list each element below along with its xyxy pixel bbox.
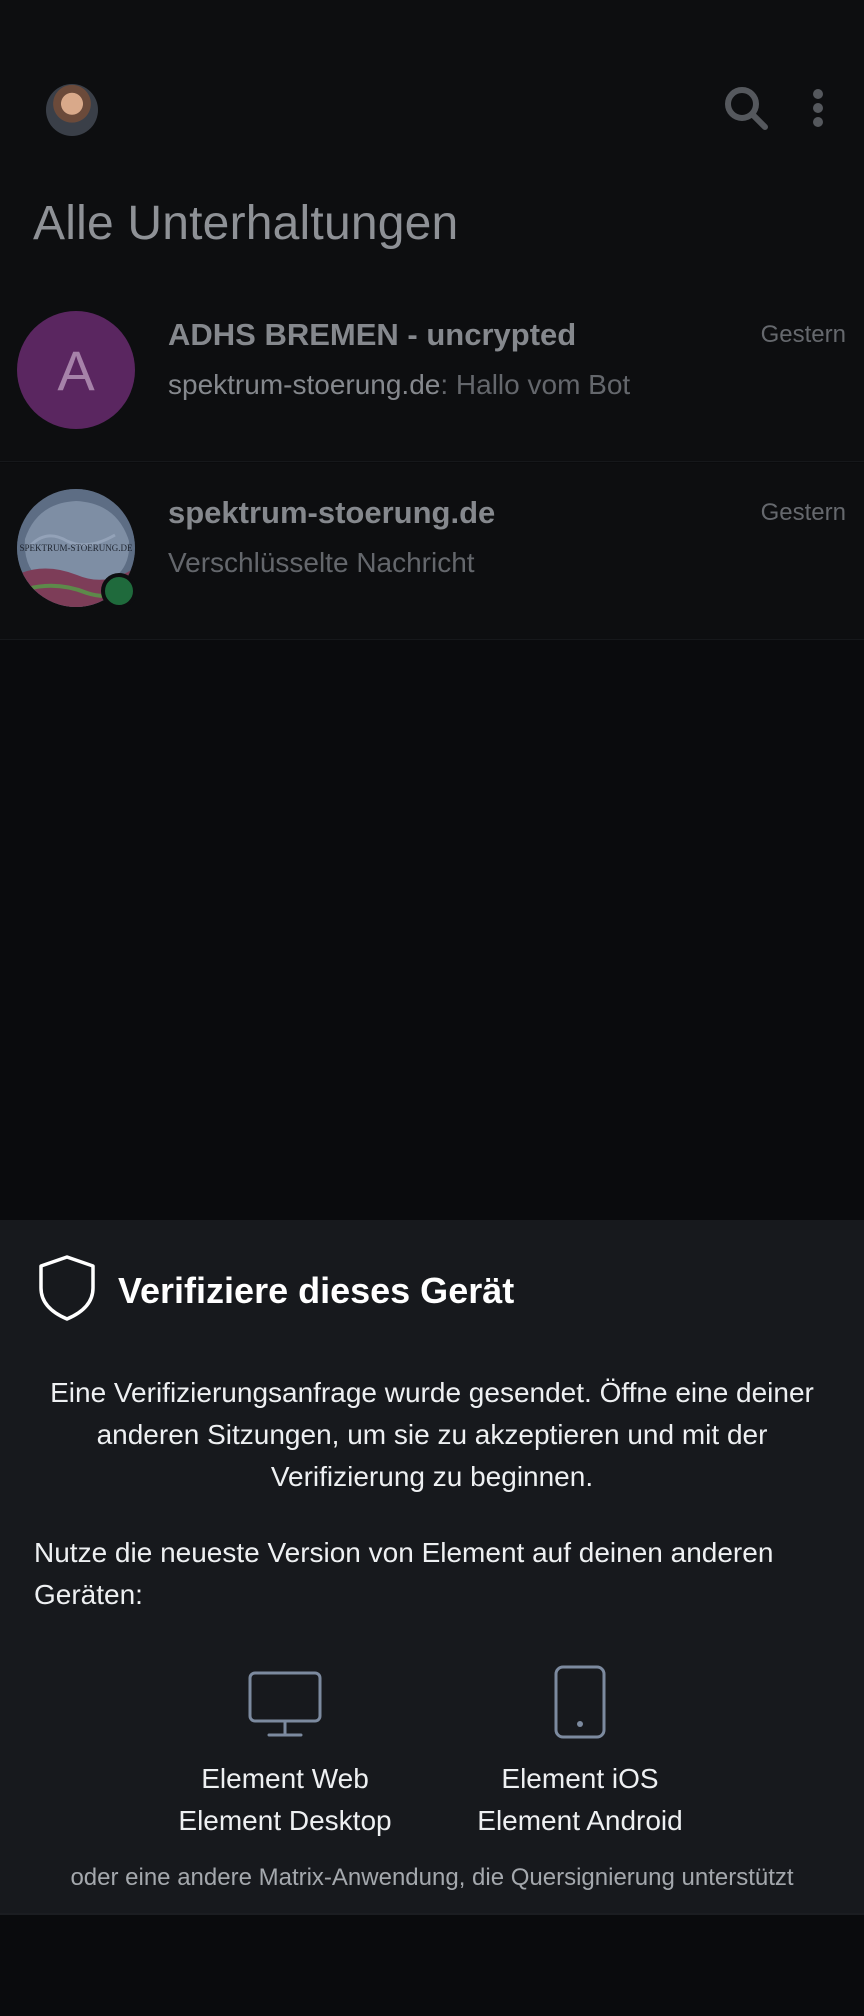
device-label-line2: Element Android bbox=[477, 1805, 683, 1836]
room-list-item[interactable]: A ADHS BREMEN - uncrypted Gestern spektr… bbox=[0, 285, 864, 462]
shield-icon bbox=[39, 1255, 95, 1321]
verify-device-sheet: Verifiziere dieses Gerät Eine Verifizier… bbox=[0, 1220, 864, 1913]
sheet-header bbox=[36, 1254, 98, 1322]
room-last-message: spektrum-stoerung.de: Hallo vom Bot bbox=[168, 369, 630, 401]
device-label-line1: Element iOS bbox=[501, 1763, 659, 1794]
avatar-caption: SPEKTRUM-STOERUNG.DE bbox=[19, 543, 133, 553]
message-sender: spektrum-stoerung.de bbox=[168, 369, 441, 400]
sheet-title: Verifiziere dieses Gerät bbox=[118, 1270, 515, 1311]
cross-signing-footnote: oder eine andere Matrix-Anwendung, die Q… bbox=[70, 1864, 794, 1891]
room-name: ADHS BREMEN - uncrypted bbox=[168, 317, 577, 352]
device-option-mobile: Element iOS Element Android bbox=[450, 1650, 710, 1842]
device-label-line2: Element Desktop bbox=[178, 1805, 392, 1836]
room-last-message: Verschlüsselte Nachricht bbox=[168, 547, 475, 578]
room-list-item[interactable]: SPEKTRUM-STOERUNG.DE spektrum-stoerung.d… bbox=[0, 463, 864, 640]
room-timestamp: Gestern bbox=[760, 321, 846, 348]
room-timestamp: Gestern bbox=[760, 499, 846, 526]
more-vert-icon bbox=[813, 89, 823, 127]
divider bbox=[0, 1913, 864, 1915]
overflow-menu-button[interactable] bbox=[790, 80, 846, 136]
room-avatar: A bbox=[17, 311, 135, 429]
presence-indicator bbox=[101, 573, 137, 609]
room-name: spektrum-stoerung.de bbox=[168, 495, 496, 530]
verify-description: Eine Verifizierungsanfrage wurde gesende… bbox=[50, 1377, 814, 1492]
monitor-icon bbox=[248, 1671, 322, 1737]
verify-hint: Nutze die neueste Version von Element au… bbox=[34, 1537, 774, 1610]
phone-icon bbox=[554, 1665, 606, 1739]
device-label-line1: Element Web bbox=[201, 1763, 369, 1794]
search-button[interactable] bbox=[718, 80, 774, 136]
avatar-letter: A bbox=[57, 338, 95, 402]
message-text: : Hallo vom Bot bbox=[440, 369, 631, 400]
device-option-web: Element Web Element Desktop bbox=[160, 1650, 410, 1842]
search-icon bbox=[725, 87, 768, 130]
page-title: Alle Unterhaltungen bbox=[33, 197, 459, 250]
user-avatar[interactable] bbox=[46, 84, 98, 136]
top-app-bar: Alle Unterhaltungen bbox=[0, 0, 864, 285]
